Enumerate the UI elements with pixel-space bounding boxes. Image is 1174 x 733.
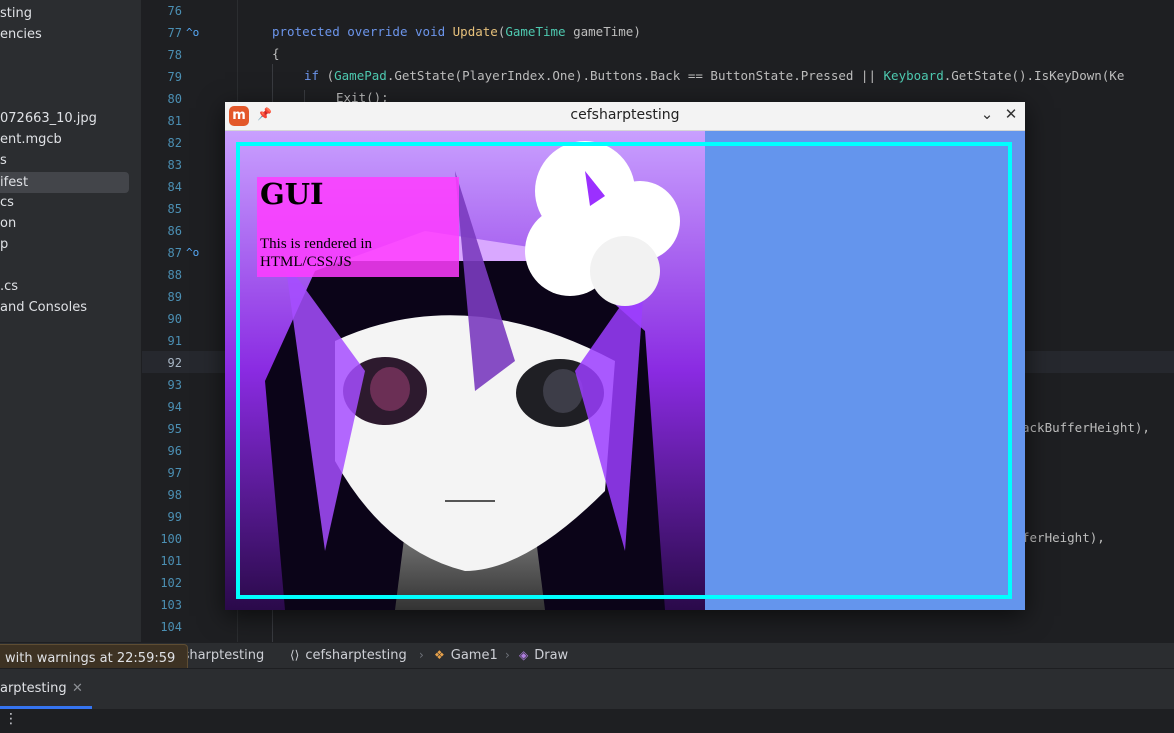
breadcrumb-class-label: Game1 bbox=[450, 648, 498, 663]
line-number: 83 bbox=[167, 158, 182, 172]
override-gutter-icon[interactable]: ^o bbox=[186, 246, 199, 259]
tree-item[interactable]: .cs bbox=[0, 276, 18, 297]
project-panel: sting encies 072663_10.jpg ent.mgcb s if… bbox=[0, 0, 141, 642]
method-icon: ◈ bbox=[519, 648, 529, 662]
window-titlebar[interactable]: m 📌 cefsharptesting ⌄ ✕ bbox=[225, 102, 1025, 131]
code-token: GameTime bbox=[505, 24, 566, 39]
line-number: 102 bbox=[160, 576, 182, 590]
line-number: 104 bbox=[160, 620, 182, 634]
tree-item[interactable]: on bbox=[0, 213, 16, 234]
run-tool-window-tabs: arptesting ✕ bbox=[0, 668, 1174, 709]
kebab-icon[interactable]: ⋮ bbox=[4, 711, 18, 727]
line-number: 95 bbox=[167, 422, 182, 436]
game-viewport[interactable]: GUI This is rendered in HTML/CSS/JS bbox=[225, 131, 1025, 610]
code-token: void bbox=[415, 24, 446, 39]
line-number: 94 bbox=[167, 400, 182, 414]
tree-item[interactable]: 072663_10.jpg bbox=[0, 108, 97, 129]
line-number: 97 bbox=[167, 466, 182, 480]
code-line-78: { bbox=[272, 46, 280, 61]
line-number: 99 bbox=[167, 510, 182, 524]
run-output-area: ⋮ bbox=[0, 709, 1174, 733]
line-number: 80 bbox=[167, 92, 182, 106]
breadcrumb-class[interactable]: ❖ Game1 bbox=[434, 648, 498, 663]
line-number: 76 bbox=[167, 4, 182, 18]
tree-item[interactable]: s bbox=[0, 150, 7, 171]
breadcrumb-method-label: Draw bbox=[534, 648, 569, 663]
tree-item[interactable]: p bbox=[0, 234, 8, 255]
tab-run-config[interactable]: arptesting bbox=[0, 681, 67, 696]
line-number: 91 bbox=[167, 334, 182, 348]
close-icon[interactable]: ✕ bbox=[72, 681, 83, 696]
chevron-right-icon: › bbox=[419, 648, 424, 662]
tree-item[interactable]: ent.mgcb bbox=[0, 129, 62, 150]
line-number: 89 bbox=[167, 290, 182, 304]
line-number: 96 bbox=[167, 444, 182, 458]
code-token: Update bbox=[452, 24, 498, 39]
code-token: .GetState(PlayerIndex.One).Buttons.Back … bbox=[386, 68, 884, 83]
code-token: if bbox=[304, 68, 320, 83]
tree-item-selected[interactable]: ifest bbox=[0, 172, 129, 193]
line-number: 87 bbox=[167, 246, 182, 260]
code-token: .GetState().IsKeyDown(Ke bbox=[943, 68, 1125, 83]
line-number: 103 bbox=[160, 598, 182, 612]
line-number: 78 bbox=[167, 48, 182, 62]
line-number: 82 bbox=[167, 136, 182, 150]
line-number: 81 bbox=[167, 114, 182, 128]
line-number: 77 bbox=[167, 26, 182, 40]
code-token: protected bbox=[272, 24, 340, 39]
chevron-down-icon[interactable]: ⌄ bbox=[977, 105, 997, 123]
line-number: 98 bbox=[167, 488, 182, 502]
code-line-79: if (GamePad.GetState(PlayerIndex.One).Bu… bbox=[304, 68, 1125, 83]
line-number: 90 bbox=[167, 312, 182, 326]
breadcrumb-namespace[interactable]: ⟨⟩ cefsharptesting bbox=[290, 648, 407, 663]
tree-item[interactable]: sting bbox=[0, 3, 32, 24]
class-icon: ❖ bbox=[434, 648, 445, 662]
tree-item[interactable]: encies bbox=[0, 24, 42, 45]
line-number: 79 bbox=[167, 70, 182, 84]
breadcrumb-method[interactable]: ◈ Draw bbox=[519, 648, 568, 663]
line-number: 85 bbox=[167, 202, 182, 216]
line-number: 100 bbox=[160, 532, 182, 546]
render-border-frame bbox=[236, 142, 1012, 599]
code-line-100-fragment: ferHeight), bbox=[1022, 530, 1105, 545]
code-token: GamePad bbox=[334, 68, 387, 83]
line-number: 84 bbox=[167, 180, 182, 194]
line-number: 101 bbox=[160, 554, 182, 568]
chevron-right-icon: › bbox=[505, 648, 510, 662]
close-icon[interactable]: ✕ bbox=[1001, 105, 1021, 123]
code-line-95-fragment: ackBufferHeight), bbox=[1022, 420, 1150, 435]
code-token: Keyboard bbox=[883, 68, 944, 83]
code-line-77: protected override void Update(GameTime … bbox=[272, 24, 641, 39]
tree-item[interactable]: cs bbox=[0, 192, 14, 213]
game-window[interactable]: m 📌 cefsharptesting ⌄ ✕ GUI This is rend… bbox=[225, 102, 1025, 610]
code-token: override bbox=[347, 24, 408, 39]
line-number: 92 bbox=[167, 356, 182, 370]
braces-icon: ⟨⟩ bbox=[290, 648, 300, 662]
code-token: gameTime bbox=[573, 24, 634, 39]
breadcrumb-namespace-label: cefsharptesting bbox=[305, 648, 407, 663]
override-gutter-icon[interactable]: ^o bbox=[186, 26, 199, 39]
tree-item[interactable]: and Consoles bbox=[0, 297, 87, 318]
line-number: 88 bbox=[167, 268, 182, 282]
window-title: cefsharptesting bbox=[570, 107, 680, 123]
line-number: 86 bbox=[167, 224, 182, 238]
line-number: 93 bbox=[167, 378, 182, 392]
